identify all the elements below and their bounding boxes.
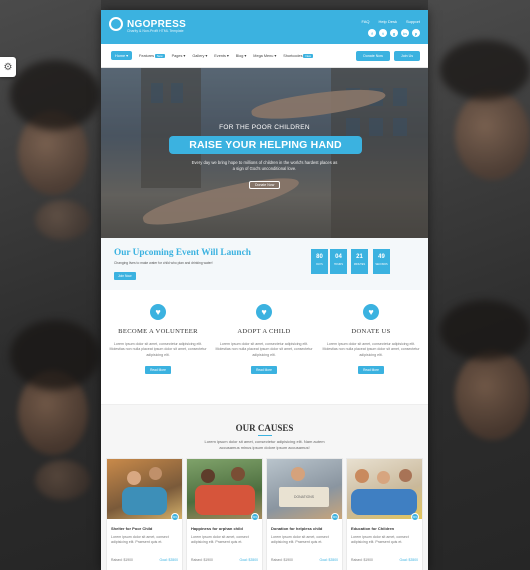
nav-item-gallery[interactable]: Gallery ▾ xyxy=(192,53,208,59)
upcoming-event: Our Upcoming Event Will Launch Changing … xyxy=(101,238,428,290)
cause-text: Lorem ipsum dolor sit amet, consect adip… xyxy=(111,535,169,545)
hero-donate-button[interactable]: Donate Now xyxy=(249,181,281,189)
nav-item-shortcodes[interactable]: Shortcodes New xyxy=(283,53,314,58)
top-links: FAQ Help Desk Support xyxy=(362,19,420,24)
nav-item-mega-menu[interactable]: Mega Menu ▾ xyxy=(253,53,277,59)
nav-item-pages[interactable]: Pages ▾ xyxy=(172,53,186,59)
logo-icon xyxy=(109,17,123,31)
join-us-button[interactable]: Join Us xyxy=(394,51,420,61)
settings-gear-button[interactable]: ⚙ xyxy=(0,57,16,77)
chevron-down-icon: ▾ xyxy=(126,54,129,58)
cause-raised: Raised: $1900 xyxy=(111,558,133,562)
features-section: ♥ BECOME A VOLUNTEER Lorem ipsum dolor s… xyxy=(101,290,428,405)
progress-badge: 54% xyxy=(331,513,339,521)
gear-icon: ⚙ xyxy=(3,61,13,73)
cause-goal: Goal: $3500 xyxy=(239,558,258,562)
cause-text: Lorem ipsum dolor sit amet, consect adip… xyxy=(351,535,409,545)
read-more-button[interactable]: Read More xyxy=(358,366,384,375)
nav-item-features[interactable]: Features New xyxy=(139,53,165,58)
hero-description: Every day we bring hope to millions of c… xyxy=(191,160,338,172)
countdown-seconds: 49 SECONDS xyxy=(373,249,390,274)
join-now-button[interactable]: Join Now xyxy=(114,272,136,280)
donations-box: DONATIONS xyxy=(279,487,329,507)
brand-tagline: Charity & Non-Profit HTML Template xyxy=(127,29,184,33)
feature-title: DONATE US xyxy=(351,328,391,335)
new-badge: New xyxy=(303,53,314,58)
main-nav: Home ▾ Features New Pages ▾ Gallery ▾ Events… xyxy=(101,44,428,68)
support-link[interactable]: Support xyxy=(406,19,420,24)
countdown-minutes: 21 MINUTES xyxy=(351,249,368,274)
chevron-down-icon: ▾ xyxy=(183,54,186,58)
cause-card[interactable]: 54% Shelter for Poor Child Lorem ipsum d… xyxy=(106,458,183,570)
feature-title: BECOME A VOLUNTEER xyxy=(118,328,198,335)
cause-card[interactable]: 54% Happiness for orphan child Lorem ips… xyxy=(186,458,263,570)
twitter-icon[interactable]: t xyxy=(379,29,387,37)
cause-text: Lorem ipsum dolor sit amet, consect adip… xyxy=(271,535,329,545)
cause-raised: Raised: $1900 xyxy=(351,558,373,562)
countdown-hours: 04 HOURS xyxy=(330,249,347,274)
feature-text: Lorem ipsum dolor sit amet, consectetur … xyxy=(215,342,313,357)
cause-title[interactable]: Shelter for Poor Child xyxy=(111,526,152,531)
feature-donate: ♥ DONATE US Lorem ipsum dolor sit amet, … xyxy=(321,304,421,376)
chevron-down-icon: ▾ xyxy=(205,54,208,58)
feature-volunteer: ♥ BECOME A VOLUNTEER Lorem ipsum dolor s… xyxy=(108,304,208,376)
help-desk-link[interactable]: Help Desk xyxy=(379,19,397,24)
causes-description: Lorem ipsum dolor sit amet, consectetur … xyxy=(204,439,325,450)
progress-badge: 54% xyxy=(251,513,259,521)
feature-text: Lorem ipsum dolor sit amet, consectetur … xyxy=(322,342,420,357)
cause-raised: Raised: $1900 xyxy=(191,558,213,562)
progress-badge: 54% xyxy=(411,513,419,521)
feature-adopt: ♥ ADOPT A CHILD Lorem ipsum dolor sit am… xyxy=(214,304,314,376)
cause-raised: Raised: $1900 xyxy=(271,558,293,562)
event-subtitle: Changing lives to make water for child w… xyxy=(114,261,213,265)
cause-goal: Goal: $3500 xyxy=(399,558,418,562)
pinterest-icon[interactable]: p xyxy=(412,29,420,37)
cause-title[interactable]: Donation for helpless child xyxy=(271,526,322,531)
cause-title[interactable]: Education for Children xyxy=(351,526,394,531)
hands-heart-icon: ♥ xyxy=(256,304,272,320)
nav-item-blog[interactable]: Blog ▾ xyxy=(236,53,247,59)
brand-name: NGOPRESS xyxy=(127,18,187,30)
causes-title: OUR CAUSES xyxy=(235,423,294,433)
chevron-down-icon: ▾ xyxy=(244,54,247,58)
read-more-button[interactable]: Read More xyxy=(251,366,277,375)
read-more-button[interactable]: Read More xyxy=(145,366,171,375)
hero-kicker: FOR THE POOR CHILDREN xyxy=(219,124,310,131)
title-divider xyxy=(258,435,272,436)
cause-photo xyxy=(347,459,422,519)
linkedin-icon[interactable]: in xyxy=(401,29,409,37)
facebook-icon[interactable]: f xyxy=(368,29,376,37)
globe-heart-icon: ♥ xyxy=(150,304,166,320)
chevron-down-icon: ▾ xyxy=(226,54,229,58)
donate-heart-icon: ♥ xyxy=(363,304,379,320)
chevron-down-icon: ▾ xyxy=(274,54,277,58)
cause-goal: Goal: $3500 xyxy=(159,558,178,562)
cause-photo: DONATIONS xyxy=(267,459,342,519)
brand-logo[interactable]: NGOPRESS Charity & Non-Profit HTML Templ… xyxy=(109,17,187,33)
countdown-days: 80 DAYS xyxy=(311,249,328,274)
cause-photo xyxy=(187,459,262,519)
progress-badge: 54% xyxy=(171,513,179,521)
top-bar: NGOPRESS Charity & Non-Profit HTML Templ… xyxy=(101,10,428,44)
donate-now-button[interactable]: Donate Now xyxy=(356,51,390,61)
feature-text: Lorem ipsum dolor sit amet, consectetur … xyxy=(109,342,207,357)
hero-banner: FOR THE POOR CHILDREN RAISE YOUR HELPING… xyxy=(101,68,428,238)
cause-card[interactable]: DONATIONS 54% Donation for helpless chil… xyxy=(266,458,343,570)
cause-title[interactable]: Happiness for orphan child xyxy=(191,526,243,531)
nav-item-events[interactable]: Events ▾ xyxy=(214,53,229,59)
hero-title: RAISE YOUR HELPING HAND xyxy=(169,136,362,154)
website-preview: NGOPRESS Charity & Non-Profit HTML Templ… xyxy=(101,10,428,570)
cause-text: Lorem ipsum dolor sit amet, consect adip… xyxy=(191,535,249,545)
cause-photo xyxy=(107,459,182,519)
our-causes-section: OUR CAUSES Lorem ipsum dolor sit amet, c… xyxy=(101,405,428,570)
new-badge: New xyxy=(155,53,165,58)
cause-card[interactable]: 54% Education for Children Lorem ipsum d… xyxy=(346,458,423,570)
faq-link[interactable]: FAQ xyxy=(362,19,370,24)
cause-goal: Goal: $3500 xyxy=(319,558,338,562)
nav-item-home[interactable]: Home ▾ xyxy=(111,51,133,60)
event-title: Our Upcoming Event Will Launch xyxy=(114,248,251,258)
google-plus-icon[interactable]: g xyxy=(390,29,398,37)
social-icons: f t g in p xyxy=(368,29,420,37)
feature-title: ADOPT A CHILD xyxy=(237,328,291,335)
